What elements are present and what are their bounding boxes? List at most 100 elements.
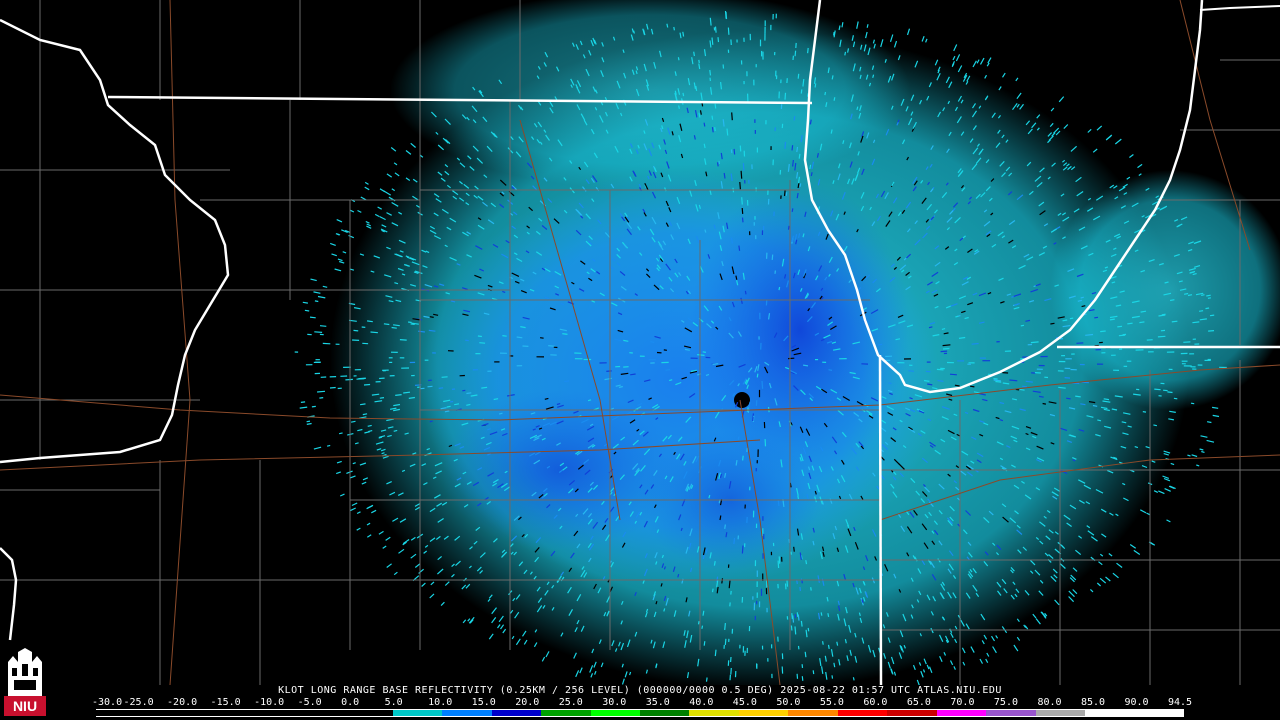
echo-speck: [429, 593, 435, 599]
echo-speck: [1066, 397, 1071, 400]
echo-speck: [793, 546, 795, 552]
echo-speck: [949, 373, 957, 376]
colorbar-segment: [738, 710, 789, 716]
echo-speck: [952, 55, 956, 61]
echo-speck: [1096, 125, 1103, 131]
scale-label: -5.0: [297, 697, 322, 708]
echo-speck: [824, 91, 827, 96]
echo-speck: [393, 571, 398, 576]
echo-speck: [714, 649, 717, 657]
echo-speck: [792, 615, 795, 623]
echo-speck: [1050, 107, 1055, 112]
echo-speck: [800, 89, 803, 94]
echo-speck: [314, 331, 323, 333]
echo-speck: [317, 390, 326, 393]
echo-speck: [856, 21, 859, 29]
echo-speck: [936, 368, 944, 371]
echo-speck: [1098, 561, 1103, 566]
echo-speck: [1212, 414, 1220, 418]
echo-speck: [319, 325, 327, 327]
echo-speck: [1116, 562, 1123, 568]
echo-speck: [523, 639, 528, 645]
echo-speck: [1094, 316, 1099, 319]
echo-speck: [421, 582, 426, 587]
echo-speck: [940, 350, 948, 353]
echo-speck: [792, 160, 794, 167]
echo-speck: [985, 658, 989, 663]
echo-speck: [313, 291, 321, 294]
echo-speck: [777, 560, 780, 569]
echo-speck: [812, 670, 815, 675]
scale-label: -30.0: [92, 697, 123, 708]
echo-speck: [306, 420, 311, 423]
echo-speck: [744, 290, 747, 295]
echo-speck: [334, 268, 342, 272]
echo-speck: [1207, 297, 1211, 299]
echo-speck: [365, 220, 370, 224]
echo-speck: [703, 641, 706, 646]
echo-speck: [366, 534, 372, 538]
echo-speck: [1164, 488, 1171, 492]
echo-speck: [1157, 335, 1166, 338]
echo-speck: [942, 347, 950, 350]
echo-speck: [807, 627, 810, 632]
echo-speck: [1142, 411, 1147, 413]
echo-speck: [718, 160, 721, 165]
echo-speck: [414, 563, 421, 568]
echo-speck: [726, 128, 729, 136]
echo-speck: [702, 351, 707, 353]
echo-speck: [797, 614, 800, 621]
echo-speck: [1163, 477, 1171, 482]
echo-speck: [488, 633, 494, 640]
echo-speck: [728, 580, 731, 589]
river-border-sw: [0, 547, 18, 641]
echo-speck: [366, 522, 371, 526]
echo-speck: [954, 384, 960, 387]
echo-speck: [788, 539, 791, 544]
echo-speck: [541, 656, 546, 662]
echo-speck: [1058, 96, 1065, 103]
echo-speck: [300, 401, 306, 403]
echo-speck: [606, 370, 612, 372]
echo-speck: [678, 105, 680, 109]
echo-speck: [450, 400, 454, 403]
echo-speck: [711, 37, 714, 45]
echo-speck: [336, 460, 342, 464]
echo-speck: [545, 651, 550, 658]
echo-speck: [1100, 330, 1106, 333]
echo-speck: [548, 345, 556, 347]
echo-speck: [984, 74, 988, 79]
echo-speck: [331, 253, 337, 257]
echo-speck: [906, 28, 911, 36]
scale-label: 0.0: [341, 697, 360, 708]
colorbar-segment: [194, 710, 245, 716]
echo-speck: [1042, 402, 1047, 405]
echo-speck: [953, 44, 958, 52]
echo-speck: [778, 556, 781, 564]
echo-speck: [395, 394, 402, 396]
colorbar-segment: [689, 710, 739, 716]
echo-speck: [719, 515, 722, 521]
scale-label: 50.0: [776, 697, 801, 708]
echo-speck: [733, 148, 736, 155]
echo-speck: [805, 560, 808, 565]
echo-speck: [357, 209, 362, 213]
echo-speck: [889, 34, 894, 42]
echo-speck: [345, 378, 353, 381]
echo-speck: [1206, 439, 1215, 443]
scale-label: 75.0: [993, 697, 1018, 708]
scale-label: 55.0: [819, 697, 844, 708]
echo-speck: [714, 127, 716, 132]
echo-speck: [1092, 148, 1098, 153]
echo-speck: [497, 624, 501, 629]
echo-speck: [367, 320, 373, 323]
niu-logo: NIU: [4, 648, 46, 718]
echo-speck: [313, 446, 322, 450]
colorbar-segment: [244, 710, 294, 716]
echo-speck: [725, 11, 728, 20]
echo-speck: [1105, 576, 1111, 582]
echo-speck: [1032, 613, 1037, 619]
echo-speck: [1200, 435, 1208, 438]
scale-label: -20.0: [167, 697, 198, 708]
echo-speck: [564, 380, 570, 383]
